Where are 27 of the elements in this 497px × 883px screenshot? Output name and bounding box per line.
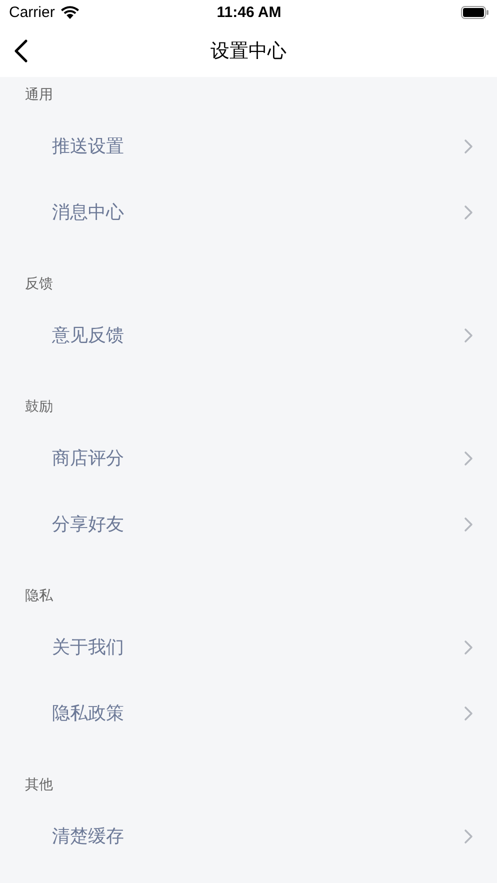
section-header: 隐私 — [24, 587, 53, 606]
chevron-icon — [464, 204, 473, 220]
chevron-icon — [464, 328, 473, 342]
settings-row[interactable]: 关于我们 — [0, 614, 497, 680]
wifi-icon — [60, 6, 79, 19]
settings-row[interactable]: 隐私政策 — [0, 680, 497, 746]
chevron-icon — [464, 138, 473, 154]
chevron-icon — [464, 828, 473, 844]
chevron-icon — [464, 640, 473, 654]
settings-row[interactable]: 商店评分 — [0, 425, 497, 491]
settings-row[interactable]: 意见反馈 — [0, 302, 497, 368]
settings-row[interactable]: 分享好友 — [0, 491, 497, 557]
settings-row[interactable]: 推送设置 — [0, 113, 497, 179]
carrier-label: Carrier — [9, 4, 55, 21]
battery-icon — [460, 6, 489, 19]
settings-row[interactable]: 清楚缓存 — [0, 803, 497, 869]
status-time: 11:46 AM — [216, 4, 282, 21]
chevron-icon — [464, 706, 473, 720]
settings-row[interactable]: 消息中心 — [0, 179, 497, 245]
chevron-icon — [464, 450, 473, 466]
section-header: 鼓励 — [24, 398, 53, 417]
back-button[interactable] — [14, 39, 28, 63]
section-header: 通用 — [24, 86, 53, 105]
section-header: 反馈 — [24, 275, 53, 294]
page-title: 设置中心 — [210, 39, 286, 64]
chevron-icon — [464, 516, 473, 532]
section-header: 其他 — [24, 776, 53, 795]
